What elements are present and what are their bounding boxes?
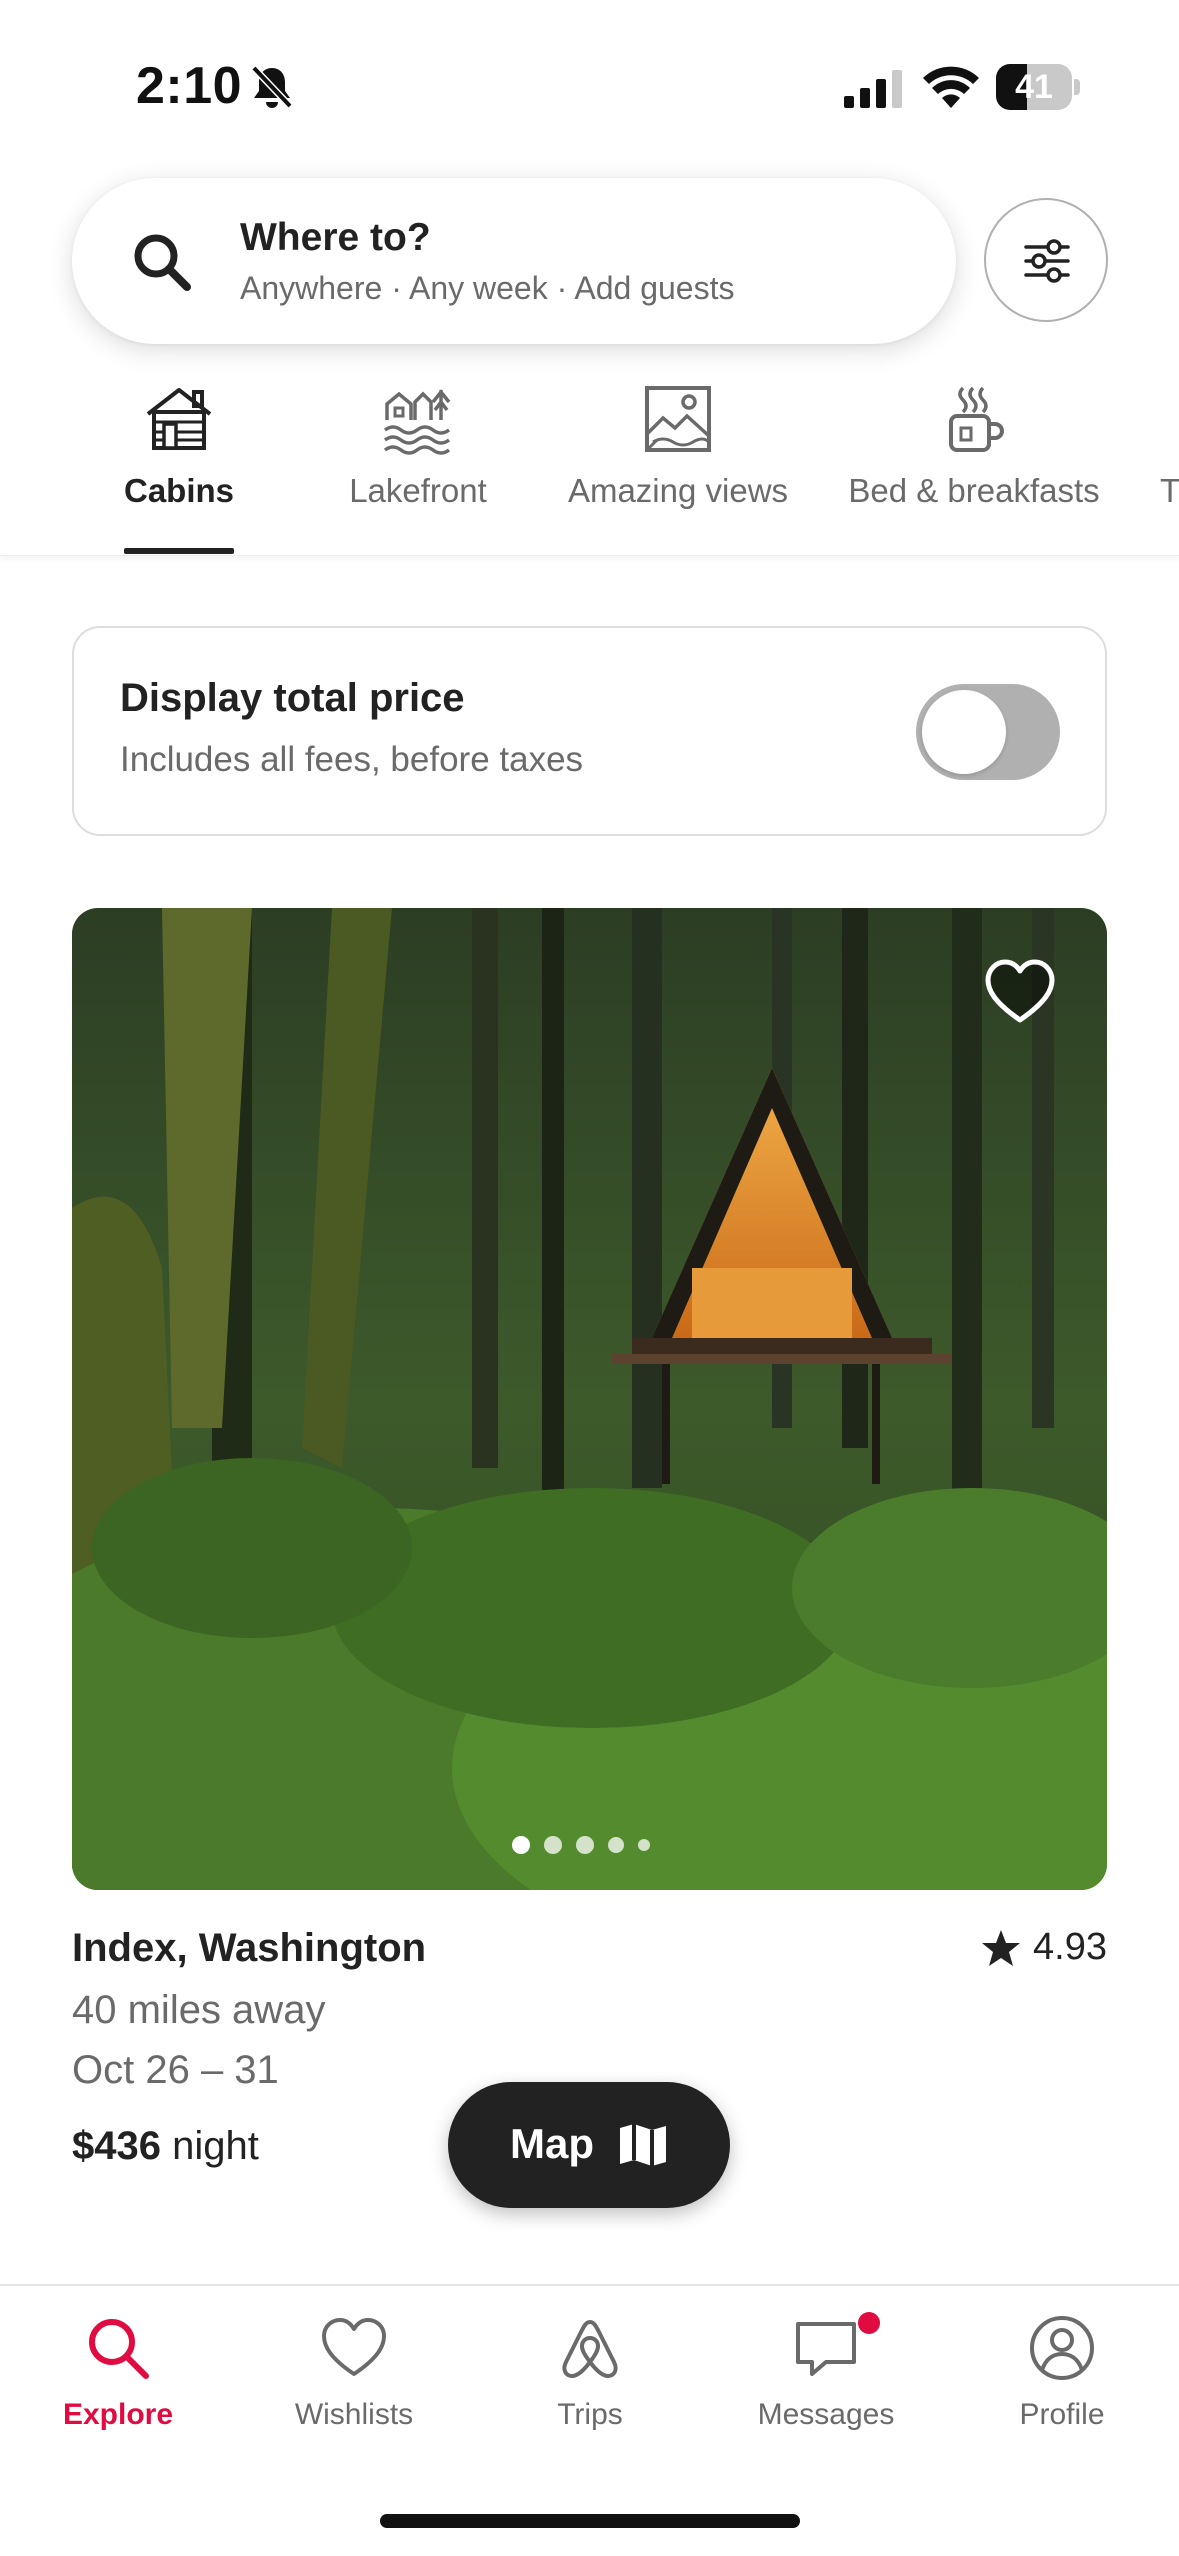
filters-button[interactable] — [984, 198, 1108, 322]
listing-title[interactable]: Index, Washington — [72, 1926, 426, 1971]
home-indicator[interactable] — [380, 2514, 800, 2528]
price-toggle-subtitle: Includes all fees, before taxes — [120, 740, 584, 779]
filter-sliders-icon — [1024, 239, 1070, 283]
map-button-label: Map — [510, 2120, 594, 2167]
cabin-icon — [146, 388, 212, 450]
listing-dates: Oct 26 – 31 — [72, 2048, 279, 2092]
bed-breakfast-icon — [949, 386, 1004, 452]
listing-rating: 4.93 — [981, 1926, 1107, 1969]
battery-indicator: 41 — [996, 64, 1080, 110]
tab-label: Messages — [757, 2398, 895, 2431]
pagination-dot — [544, 1836, 562, 1854]
tab-profile[interactable]: Profile — [944, 2286, 1179, 2466]
pagination-dot — [608, 1837, 624, 1853]
map-button[interactable]: Map — [448, 2082, 730, 2208]
search-title: Where to? — [240, 216, 431, 259]
star-icon — [982, 1929, 1021, 1966]
display-total-price-card: Display total price Includes all fees, b… — [72, 626, 1107, 836]
category-amazing-views[interactable]: Amazing views — [560, 370, 796, 556]
tab-messages[interactable]: Messages — [708, 2286, 944, 2466]
category-partial[interactable]: T — [1160, 370, 1179, 556]
category-active-underline — [124, 548, 234, 554]
battery-body: 41 — [996, 64, 1072, 110]
lakefront-icon — [383, 389, 451, 455]
category-lakefront[interactable]: Lakefront — [338, 370, 498, 556]
wifi-icon — [923, 66, 979, 108]
message-icon — [796, 2322, 856, 2376]
category-cabins[interactable]: Cabins — [124, 370, 234, 556]
listing-photo-image — [72, 908, 1107, 1890]
pagination-dot — [512, 1836, 530, 1854]
listing-distance: 40 miles away — [72, 1988, 326, 2032]
listing-photo[interactable] — [72, 908, 1107, 1890]
rating-value: 4.93 — [1033, 1926, 1107, 1968]
search-subtitle: Anywhere · Any week · Add guests — [240, 270, 735, 306]
toggle-knob — [922, 690, 1006, 774]
map-icon — [620, 2124, 666, 2166]
explore-screen: 2:10 41 Where to? Anywhere · Any week · … — [0, 0, 1179, 2556]
category-label: Lakefront — [349, 472, 487, 509]
messages-notification-badge — [858, 2312, 880, 2334]
category-bed-breakfasts[interactable]: Bed & breakfasts — [842, 370, 1106, 556]
category-bar: Cabins Lakefront Amazing views Bed & bre… — [0, 370, 1179, 556]
tab-label: Profile — [1019, 2398, 1105, 2431]
battery-cap — [1074, 79, 1080, 95]
category-label: T — [1160, 472, 1179, 509]
tab-trips[interactable]: Trips — [472, 2286, 708, 2466]
search-icon — [89, 2319, 149, 2379]
profile-icon — [1030, 2316, 1094, 2380]
tab-explore[interactable]: Explore — [0, 2286, 236, 2466]
category-label: Cabins — [124, 472, 235, 509]
category-label: Bed & breakfasts — [848, 472, 1100, 509]
price-toggle-title: Display total price — [120, 676, 465, 720]
price-unit: night — [160, 2124, 259, 2168]
amazing-views-icon — [645, 386, 711, 452]
tab-wishlists[interactable]: Wishlists — [236, 2286, 472, 2466]
heart-icon — [322, 2318, 386, 2376]
price-amount: $436 — [72, 2124, 161, 2168]
listing-price: $436 night — [72, 2124, 259, 2169]
total-price-toggle[interactable] — [916, 684, 1060, 780]
tab-label: Wishlists — [294, 2398, 414, 2431]
status-bar: 2:10 41 — [0, 0, 1179, 170]
pagination-dot — [576, 1836, 594, 1854]
search-icon — [134, 234, 191, 291]
category-label: Amazing views — [567, 472, 789, 509]
airbnb-logo-icon — [562, 2320, 618, 2378]
pagination-dot — [638, 1839, 650, 1851]
bell-muted-icon — [251, 65, 293, 109]
photo-pagination-dots — [512, 1836, 672, 1856]
tab-label: Explore — [62, 2398, 174, 2431]
search-bar[interactable]: Where to? Anywhere · Any week · Add gues… — [72, 178, 956, 344]
favorite-heart-icon[interactable] — [984, 958, 1056, 1026]
cellular-signal-icon — [844, 70, 902, 108]
tab-label: Trips — [557, 2398, 623, 2431]
battery-level: 41 — [1015, 68, 1053, 106]
status-time: 2:10 — [136, 57, 243, 115]
